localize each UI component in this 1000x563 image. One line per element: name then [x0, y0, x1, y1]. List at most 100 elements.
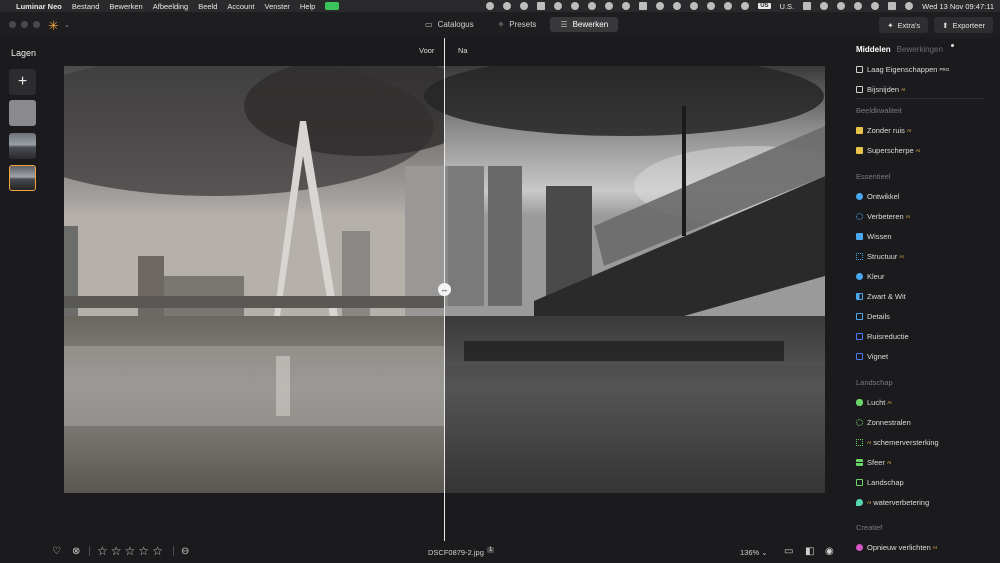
play-icon[interactable] — [837, 2, 846, 10]
siri-icon[interactable] — [905, 2, 914, 10]
export-button[interactable]: ⬆ Exporteer — [934, 17, 993, 33]
tab-bewerkingen[interactable]: Bewerkingen — [897, 45, 943, 54]
tab-bewerken[interactable]: ☰ Bewerken — [550, 17, 619, 32]
tool-opnieuw-verlichten[interactable]: Opnieuw verlichten AI — [856, 543, 937, 552]
star-icon[interactable]: ☆ — [152, 544, 163, 558]
star-icon[interactable]: ☆ — [97, 544, 108, 558]
tool-waterverbetering[interactable]: AI waterverbetering — [856, 498, 929, 507]
layer-thumbnail-blank[interactable] — [9, 100, 36, 126]
reject-icon[interactable]: ⊗ — [72, 546, 80, 557]
shield-icon[interactable] — [605, 2, 614, 10]
app-icon[interactable] — [537, 2, 546, 10]
ai-badge: AI — [887, 400, 892, 405]
star-icon[interactable]: ☆ — [138, 544, 149, 558]
vignette-icon — [856, 353, 863, 360]
tool-kleur[interactable]: Kleur — [856, 272, 885, 281]
tool-structuur[interactable]: Structuur AI — [856, 252, 904, 261]
menu-bestand[interactable]: Bestand — [72, 2, 100, 11]
tool-ruisreductie[interactable]: Ruisreductie — [856, 332, 909, 341]
tool-lucht[interactable]: Lucht AI — [856, 398, 892, 407]
tool-zwart-wit[interactable]: Zwart & Wit — [856, 292, 906, 301]
layer-thumbnail-photo[interactable] — [9, 133, 36, 159]
tab-catalogus[interactable]: ▭ Catalogus — [415, 17, 484, 32]
divider — [173, 546, 174, 556]
histogram-icon[interactable]: ▭ — [784, 546, 793, 557]
tool-landschap[interactable]: Landschap — [856, 478, 904, 487]
ai-badge: AI — [915, 148, 920, 153]
pause-icon[interactable] — [741, 2, 750, 10]
tool-vignet[interactable]: Vignet — [856, 352, 888, 361]
tab-middelen[interactable]: Middelen — [856, 45, 891, 54]
tool-verbeteren[interactable]: Verbeteren AI — [856, 212, 910, 221]
grid-icon[interactable] — [639, 2, 648, 10]
folder-icon: ▭ — [425, 20, 433, 29]
split-handle-icon[interactable]: ↔ — [438, 283, 451, 296]
tool-ontwikkel[interactable]: Ontwikkel — [856, 192, 900, 201]
star-icon[interactable]: ☆ — [125, 544, 136, 558]
display-icon[interactable] — [803, 2, 812, 10]
zoom-level[interactable]: 136% ⌄ — [740, 548, 768, 557]
menu-app-name[interactable]: Luminar Neo — [16, 2, 62, 11]
compare-icon[interactable]: ◧ — [805, 546, 814, 557]
extras-button[interactable]: ✦ Extra's — [879, 17, 929, 33]
adobe-icon[interactable] — [588, 2, 597, 10]
heart-icon[interactable]: ♡ — [52, 546, 61, 557]
tool-zonder-ruis[interactable]: Zonder ruis AI — [856, 126, 911, 135]
globe-icon[interactable] — [656, 2, 665, 10]
tool-details[interactable]: Details — [856, 312, 890, 321]
scribble-icon[interactable] — [622, 2, 631, 10]
dollar-icon[interactable] — [690, 2, 699, 10]
control-center-icon[interactable] — [888, 2, 897, 10]
chevron-down-icon[interactable]: ⌄ — [64, 21, 70, 29]
before-label: Voor — [419, 46, 435, 55]
dropbox-icon[interactable] — [503, 2, 512, 10]
window-controls — [9, 21, 40, 28]
input-source-badge[interactable]: US — [758, 3, 771, 9]
history-icon[interactable] — [571, 2, 580, 10]
tool-sfeer[interactable]: Sfeer AI — [856, 458, 891, 467]
unsaved-dot-icon — [951, 44, 954, 47]
toolbar-actions: ✦ Extra's ⬆ Exporteer — [879, 17, 993, 33]
tool-label: Bijsnijden — [867, 85, 900, 94]
menu-afbeelding[interactable]: Afbeelding — [153, 2, 188, 11]
minimize-window-button[interactable] — [21, 21, 28, 28]
facetime-icon[interactable] — [325, 2, 340, 10]
tool-label: Vignet — [867, 352, 889, 361]
bluetooth-icon[interactable] — [820, 2, 829, 10]
tool-schemerversterking[interactable]: AI schemerversterking — [856, 438, 939, 447]
layer-thumbnail-selected[interactable] — [9, 165, 36, 191]
location-icon[interactable] — [707, 2, 716, 10]
add-layer-button[interactable]: + — [9, 69, 36, 95]
tab-presets[interactable]: ✧ Presets — [488, 17, 547, 32]
tool-wissen[interactable]: Wissen — [856, 232, 892, 241]
tool-label: Zwart & Wit — [867, 292, 906, 301]
tool-laag-eigenschappen[interactable]: Laag Eigenschappen PRO — [856, 65, 949, 74]
wifi-icon[interactable] — [854, 2, 863, 10]
tool-label: schemerversterking — [873, 438, 939, 447]
tool-zonnestralen[interactable]: Zonnestralen — [856, 418, 911, 427]
tool-bijsnijden[interactable]: Bijsnijden AI — [856, 85, 905, 94]
sync-icon[interactable] — [520, 2, 529, 10]
details-icon — [856, 313, 863, 320]
menubar-clock[interactable]: Wed 13 Nov 09:47:11 — [922, 2, 994, 11]
eye-icon[interactable]: ◉ — [825, 546, 834, 557]
input-region[interactable]: U.S. — [780, 2, 795, 11]
more-options-icon[interactable]: ⊖ — [181, 546, 189, 557]
menu-venster[interactable]: Venster — [264, 2, 289, 11]
menu-lines-icon[interactable] — [724, 2, 733, 10]
mail-icon[interactable] — [673, 2, 682, 10]
flame-icon[interactable] — [486, 2, 495, 10]
tool-superscherpe[interactable]: Superscherpe AI — [856, 146, 920, 155]
menu-beeld[interactable]: Beeld — [198, 2, 217, 11]
zoom-window-button[interactable] — [33, 21, 40, 28]
menu-help[interactable]: Help — [300, 2, 315, 11]
star-icon[interactable]: ☆ — [111, 544, 122, 558]
menu-account[interactable]: Account — [227, 2, 254, 11]
evernote-icon[interactable] — [554, 2, 563, 10]
export-label: Exporteer — [952, 20, 985, 30]
close-window-button[interactable] — [9, 21, 16, 28]
luminar-logo-icon[interactable]: ✳ — [48, 18, 59, 34]
menu-bewerken[interactable]: Bewerken — [109, 2, 142, 11]
search-icon[interactable] — [871, 2, 880, 10]
ai-badge: AI — [932, 545, 938, 550]
